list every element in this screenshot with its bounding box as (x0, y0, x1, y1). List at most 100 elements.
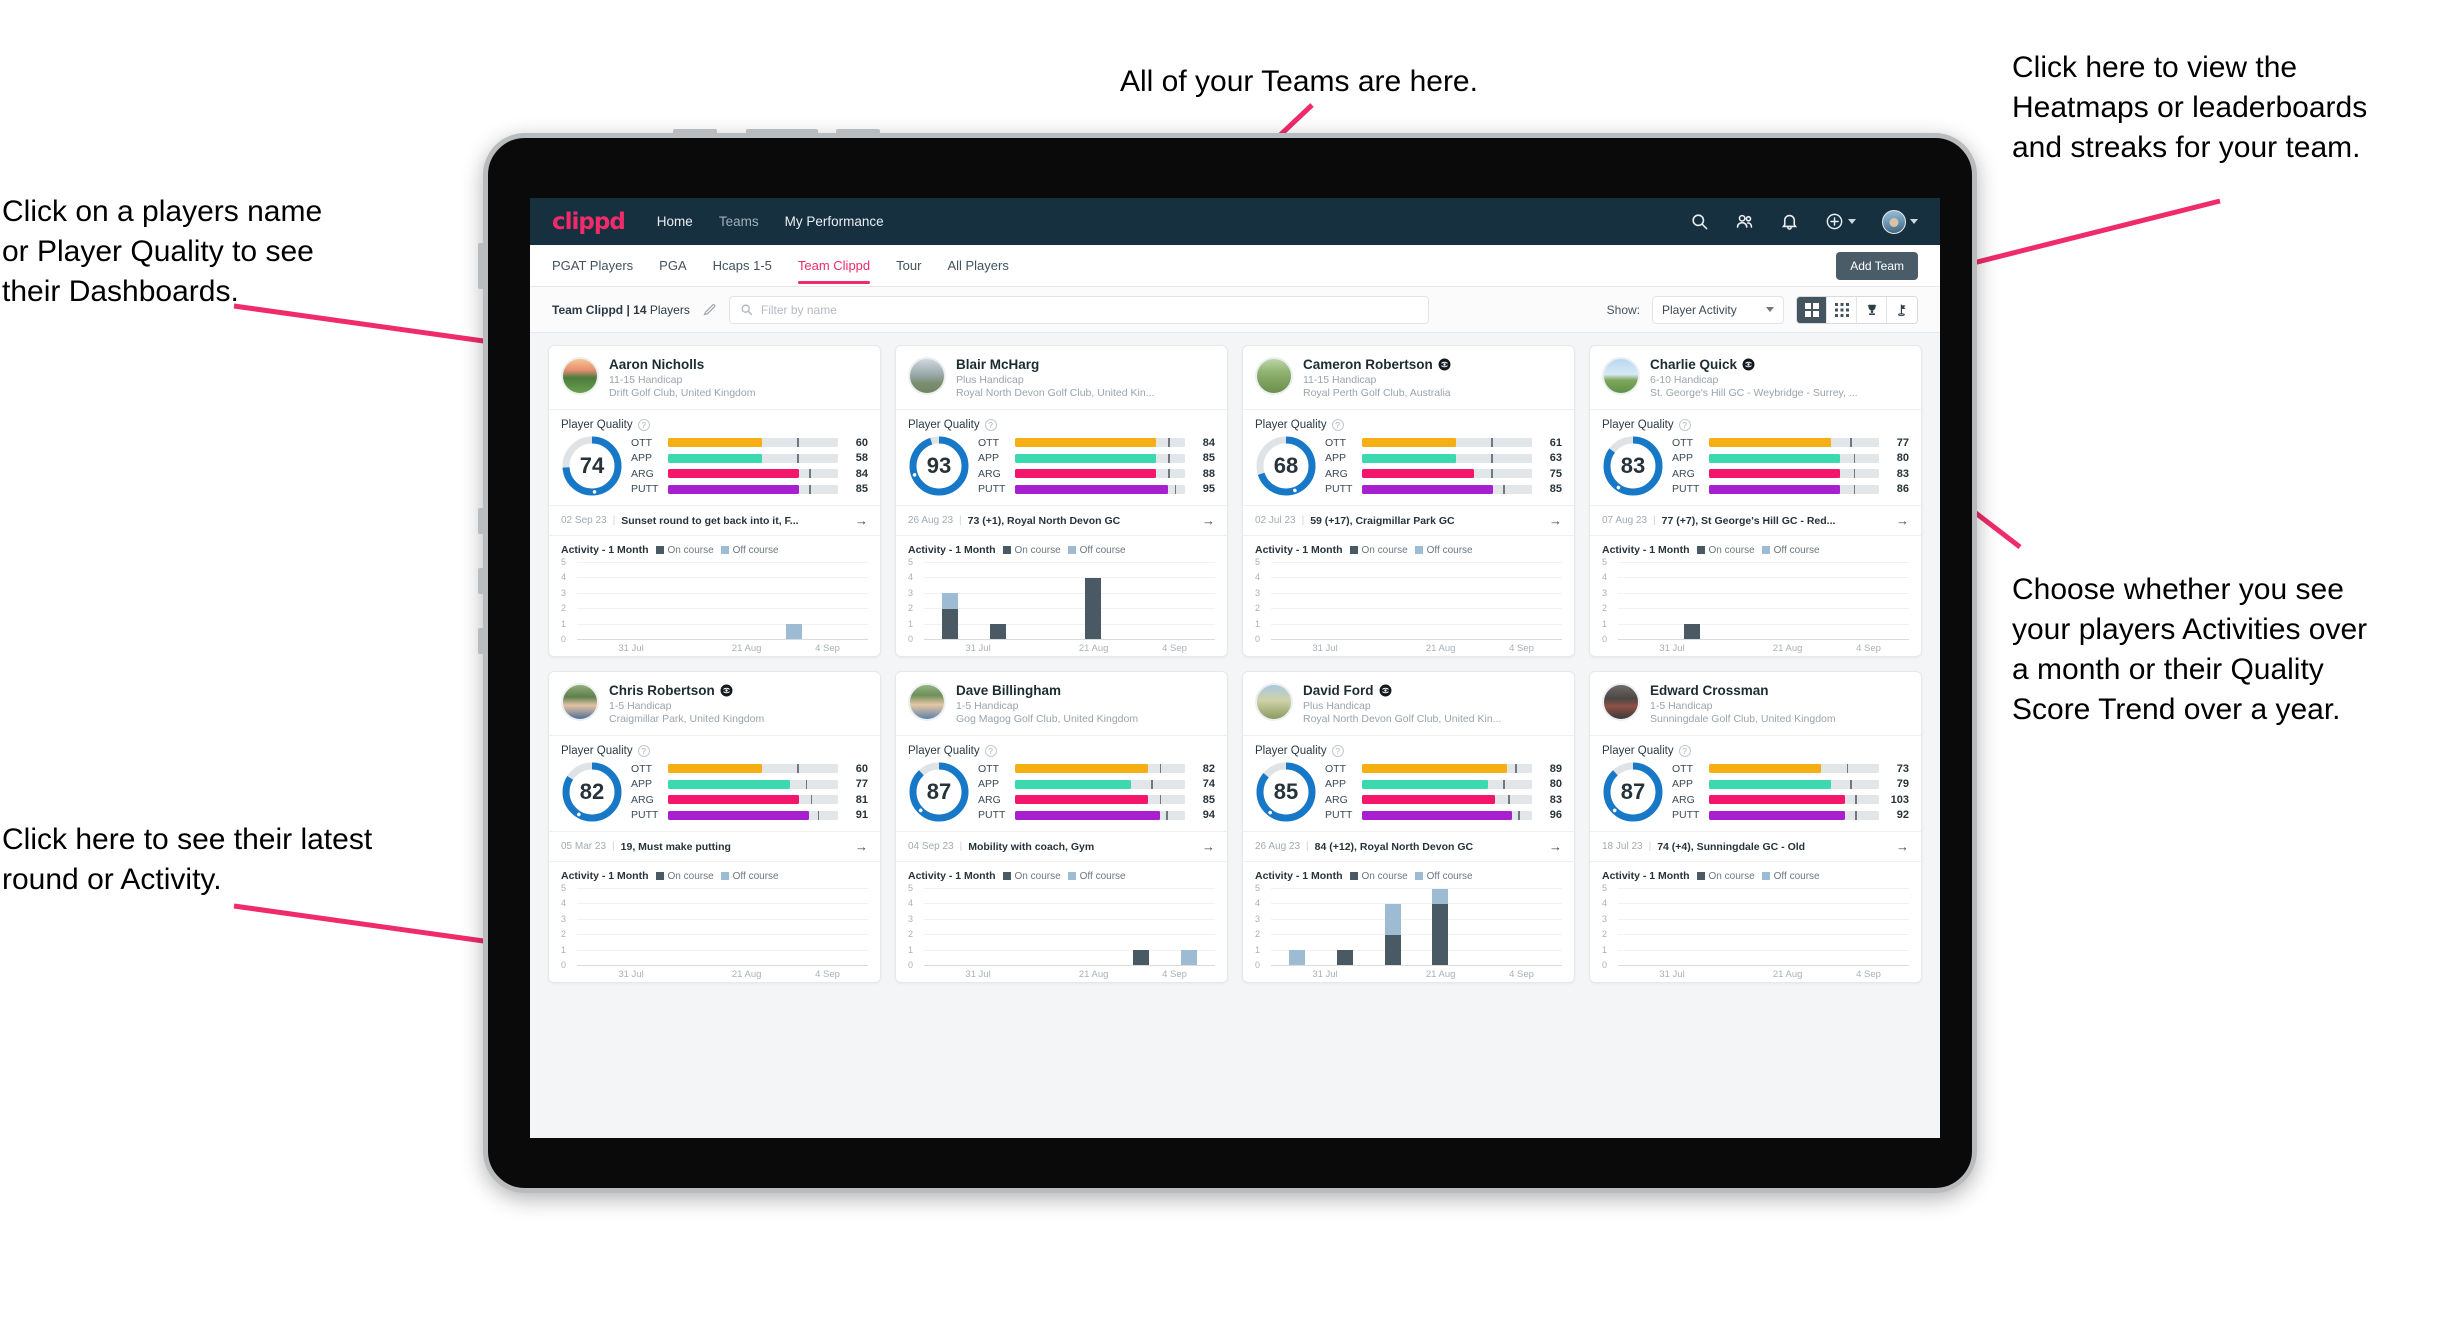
player-name[interactable]: Dave Billingham (956, 683, 1138, 698)
help-icon[interactable]: ? (637, 419, 650, 431)
people-icon[interactable] (1735, 212, 1754, 231)
latest-round-row[interactable]: 05 Mar 23 | 19, Must make putting → (549, 831, 880, 862)
player-quality-body[interactable]: 87 OTT 82 APP 74 ARG 85 PUTT 94 (896, 759, 1227, 831)
nav-item-home[interactable]: Home (657, 214, 693, 229)
show-select[interactable]: Player Activity (1652, 295, 1784, 324)
arrow-right-icon[interactable]: → (1896, 513, 1909, 528)
chevron-down-icon[interactable] (1848, 219, 1856, 224)
chevron-down-icon[interactable] (1910, 219, 1918, 224)
player-quality-ring[interactable]: 74 (561, 435, 623, 497)
clippd-logo[interactable]: clippd (552, 209, 626, 235)
player-avatar[interactable] (561, 683, 599, 721)
player-name[interactable]: Charlie Quick (1650, 357, 1858, 372)
tab-tour[interactable]: Tour (896, 245, 921, 287)
player-name[interactable]: Blair McHarg (956, 357, 1154, 372)
view-mode-heatmap-flag[interactable] (1887, 296, 1917, 323)
pencil-icon[interactable] (702, 302, 717, 317)
latest-round-row[interactable]: 02 Jul 23 | 59 (+17), Craigmillar Park GC → (1243, 505, 1574, 536)
latest-round-row[interactable]: 26 Aug 23 | 84 (+12), Royal North Devon GC… (1243, 831, 1574, 862)
player-avatar[interactable] (1255, 357, 1293, 395)
help-icon[interactable]: ? (1678, 419, 1691, 431)
player-card-header[interactable]: Charlie Quick 6-10 Handicap St. George's H… (1590, 346, 1921, 409)
tab-hcaps-1-5[interactable]: Hcaps 1-5 (713, 245, 772, 287)
player-quality-body[interactable]: 74 OTT 60 APP 58 ARG 84 PUTT 85 (549, 433, 880, 505)
avatar[interactable] (1882, 209, 1906, 234)
view-mode-leaderboard-trophy[interactable] (1857, 296, 1887, 323)
arrow-right-icon[interactable]: → (855, 839, 868, 854)
tab-pga[interactable]: PGA (659, 245, 686, 287)
player-card[interactable]: Dave Billingham 1-5 Handicap Gog Magog Gol… (895, 671, 1228, 983)
player-card[interactable]: Blair McHarg Plus Handicap Royal North Dev… (895, 345, 1228, 657)
nav-item-teams[interactable]: Teams (719, 214, 759, 229)
player-card[interactable]: Cameron Robertson 11-15 Handicap Royal Per… (1242, 345, 1575, 657)
player-card-header[interactable]: Blair McHarg Plus Handicap Royal North Dev… (896, 346, 1227, 409)
player-quality-body[interactable]: 83 OTT 77 APP 80 ARG 83 PUTT 86 (1590, 433, 1921, 505)
nav-item-my-performance[interactable]: My Performance (785, 214, 884, 229)
player-quality-ring[interactable]: 68 (1255, 435, 1317, 497)
view-mode-grid-small[interactable] (1827, 296, 1857, 323)
search-input[interactable]: Filter by name (728, 295, 1429, 324)
help-icon[interactable]: ? (984, 745, 997, 757)
player-card-header[interactable]: David Ford Plus Handicap Royal North Devon… (1243, 672, 1574, 735)
arrow-right-icon[interactable]: → (855, 513, 868, 528)
player-card-header[interactable]: Cameron Robertson 11-15 Handicap Royal Per… (1243, 346, 1574, 409)
bell-icon[interactable] (1780, 212, 1799, 231)
latest-round-row[interactable]: 07 Aug 23 | 77 (+7), St George's Hill GC -… (1590, 505, 1921, 536)
player-quality-ring[interactable]: 82 (561, 761, 623, 823)
view-mode-grid-large[interactable] (1797, 296, 1827, 323)
help-icon[interactable]: ? (1331, 419, 1344, 431)
help-icon[interactable]: ? (1678, 745, 1691, 757)
tab-pgat-players[interactable]: PGAT Players (552, 245, 633, 287)
player-quality-body[interactable]: 87 OTT 73 APP 79 ARG 103 PUTT 92 (1590, 759, 1921, 831)
arrow-right-icon[interactable]: → (1549, 513, 1562, 528)
player-name[interactable]: Cameron Robertson (1303, 357, 1451, 372)
player-quality-ring[interactable]: 93 (908, 435, 970, 497)
search-icon[interactable] (1690, 212, 1709, 231)
player-avatar[interactable] (908, 357, 946, 395)
arrow-right-icon[interactable]: → (1202, 513, 1215, 528)
help-icon[interactable]: ? (637, 745, 650, 757)
profile-menu[interactable] (1882, 209, 1918, 234)
player-quality-body[interactable]: 93 OTT 84 APP 85 ARG 88 PUTT 95 (896, 433, 1227, 505)
player-quality-ring[interactable]: 87 (1602, 761, 1664, 823)
player-quality-body[interactable]: 85 OTT 89 APP 80 ARG 83 PUTT 96 (1243, 759, 1574, 831)
arrow-right-icon[interactable]: → (1202, 839, 1215, 854)
player-card-header[interactable]: Aaron Nicholls 11-15 Handicap Drift Golf C… (549, 346, 880, 409)
player-card-header[interactable]: Dave Billingham 1-5 Handicap Gog Magog Gol… (896, 672, 1227, 735)
latest-round-row[interactable]: 02 Sep 23 | Sunset round to get back into … (549, 505, 880, 536)
player-name[interactable]: David Ford (1303, 683, 1501, 698)
player-card-header[interactable]: Edward Crossman 1-5 Handicap Sunningdale G… (1590, 672, 1921, 735)
create-menu[interactable] (1825, 212, 1856, 231)
help-icon[interactable]: ? (1331, 745, 1344, 757)
player-avatar[interactable] (1602, 683, 1640, 721)
tab-team-clippd[interactable]: Team Clippd (797, 245, 871, 287)
player-name[interactable]: Chris Robertson (609, 683, 764, 698)
player-avatar[interactable] (1602, 357, 1640, 395)
player-quality-ring[interactable]: 87 (908, 761, 970, 823)
player-quality-body[interactable]: 82 OTT 60 APP 77 ARG 81 PUTT 91 (549, 759, 880, 831)
player-card[interactable]: Chris Robertson 1-5 Handicap Craigmillar P… (548, 671, 881, 983)
latest-round-row[interactable]: 04 Sep 23 | Mobility with coach, Gym → (896, 831, 1227, 862)
arrow-right-icon[interactable]: → (1896, 839, 1909, 854)
latest-round-row[interactable]: 18 Jul 23 | 74 (+4), Sunningdale GC - Old → (1590, 831, 1921, 862)
plus-circle-icon[interactable] (1825, 212, 1844, 231)
player-card[interactable]: Charlie Quick 6-10 Handicap St. George's H… (1589, 345, 1922, 657)
player-quality-ring[interactable]: 85 (1255, 761, 1317, 823)
player-avatar[interactable] (908, 683, 946, 721)
player-card[interactable]: Aaron Nicholls 11-15 Handicap Drift Golf C… (548, 345, 881, 657)
arrow-right-icon[interactable]: → (1549, 839, 1562, 854)
player-card[interactable]: David Ford Plus Handicap Royal North Devon… (1242, 671, 1575, 983)
add-team-button[interactable]: Add Team (1836, 251, 1918, 280)
player-quality-ring[interactable]: 83 (1602, 435, 1664, 497)
player-card[interactable]: Edward Crossman 1-5 Handicap Sunningdale G… (1589, 671, 1922, 983)
legend-on-course-label: On course (667, 544, 714, 556)
player-quality-body[interactable]: 68 OTT 61 APP 63 ARG 75 PUTT 85 (1243, 433, 1574, 505)
player-avatar[interactable] (561, 357, 599, 395)
player-name[interactable]: Edward Crossman (1650, 683, 1836, 698)
help-icon[interactable]: ? (984, 419, 997, 431)
player-name[interactable]: Aaron Nicholls (609, 357, 755, 372)
player-card-header[interactable]: Chris Robertson 1-5 Handicap Craigmillar P… (549, 672, 880, 735)
latest-round-row[interactable]: 26 Aug 23 | 73 (+1), Royal North Devon GC → (896, 505, 1227, 536)
player-avatar[interactable] (1255, 683, 1293, 721)
tab-all-players[interactable]: All Players (947, 245, 1008, 287)
